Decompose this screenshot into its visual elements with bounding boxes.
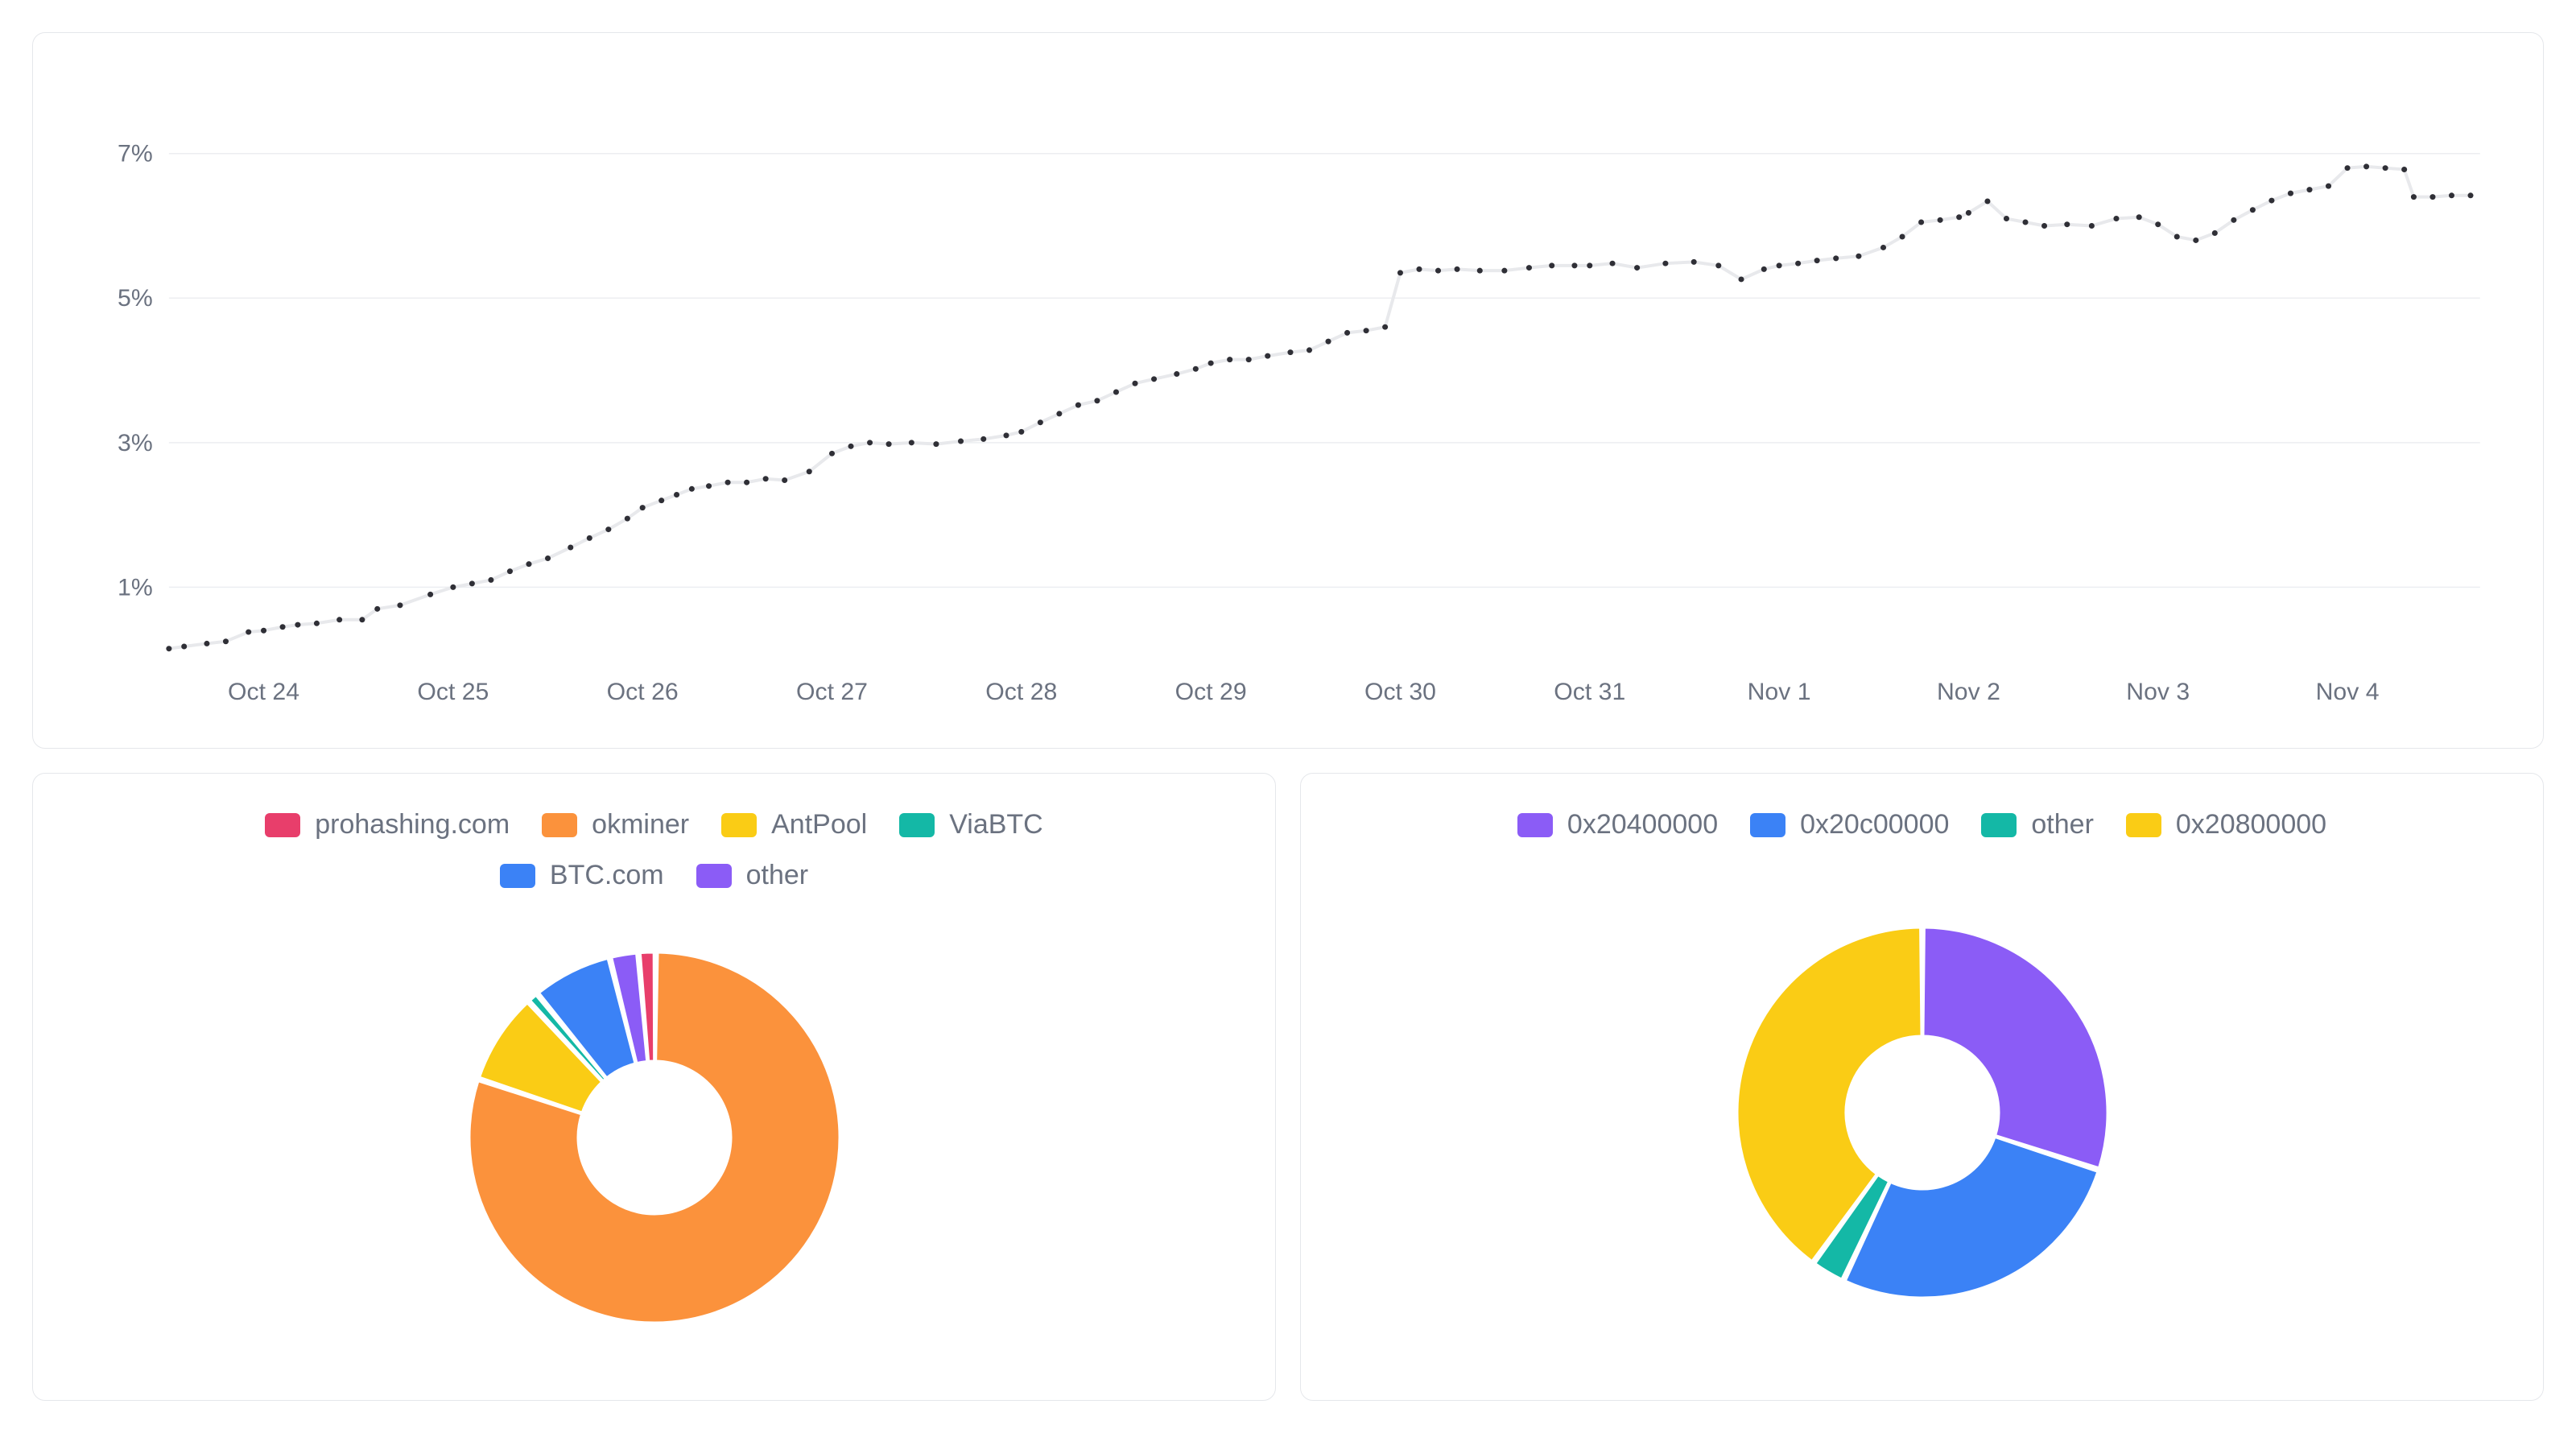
- donut-card-pools: prohashing.com okminer AntPool ViaBTC BTC.co…: [32, 773, 1276, 1401]
- dashboard: 1% 3% 5% 7% Oct 24 Oct 25 Oct 26 Oct 27 Oct 28 O…: [32, 32, 2544, 1401]
- svg-text:Nov 1: Nov 1: [1748, 679, 1811, 705]
- legend-item[interactable]: 0x20c00000: [1750, 809, 1949, 840]
- legend-item[interactable]: other: [1981, 809, 2094, 840]
- legend-swatch: [542, 813, 577, 837]
- donut-chart-pools: [461, 944, 848, 1331]
- donut-card-versions: 0x20400000 0x20c00000 other 0x20800000: [1300, 773, 2544, 1401]
- line-chart: 1% 3% 5% 7% Oct 24 Oct 25 Oct 26 Oct 27 Oct 28 O…: [72, 65, 2504, 716]
- svg-text:Oct 29: Oct 29: [1175, 679, 1247, 705]
- svg-text:3%: 3%: [118, 430, 153, 456]
- legend-item[interactable]: other: [696, 860, 809, 891]
- svg-text:Oct 26: Oct 26: [607, 679, 679, 705]
- legend-label: 0x20800000: [2176, 809, 2326, 840]
- legend-swatch: [899, 813, 935, 837]
- legend-label: BTC.com: [550, 860, 664, 891]
- svg-text:Nov 2: Nov 2: [1937, 679, 2000, 705]
- legend-swatch: [1750, 813, 1785, 837]
- donut-slice: [1845, 1137, 2098, 1298]
- line-chart-card: 1% 3% 5% 7% Oct 24 Oct 25 Oct 26 Oct 27 Oct 28 O…: [32, 32, 2544, 749]
- legend-swatch: [1981, 813, 2017, 837]
- legend-swatch: [265, 813, 300, 837]
- legend-label: 0x20400000: [1567, 809, 1718, 840]
- legend-item[interactable]: ViaBTC: [899, 809, 1043, 840]
- svg-text:Oct 24: Oct 24: [228, 679, 299, 705]
- legend-label: other: [746, 860, 809, 891]
- svg-text:Oct 28: Oct 28: [985, 679, 1057, 705]
- legend-item[interactable]: AntPool: [721, 809, 867, 840]
- svg-text:7%: 7%: [118, 141, 153, 167]
- svg-text:Oct 27: Oct 27: [796, 679, 868, 705]
- svg-text:Oct 31: Oct 31: [1554, 679, 1625, 705]
- legend-label: other: [2031, 809, 2094, 840]
- legend-label: prohashing.com: [315, 809, 510, 840]
- svg-text:Oct 30: Oct 30: [1364, 679, 1436, 705]
- legend-versions: 0x20400000 0x20c00000 other 0x20800000: [1517, 809, 2326, 840]
- donut-chart-versions: [1729, 919, 2116, 1306]
- legend-label: ViaBTC: [949, 809, 1043, 840]
- svg-text:1%: 1%: [118, 574, 153, 601]
- legend-item[interactable]: 0x20800000: [2126, 809, 2326, 840]
- legend-item[interactable]: prohashing.com: [265, 809, 510, 840]
- donut-slice: [1922, 927, 2107, 1168]
- donut-row: prohashing.com okminer AntPool ViaBTC BTC.co…: [32, 773, 2544, 1401]
- legend-swatch: [721, 813, 757, 837]
- legend-swatch: [500, 864, 535, 888]
- legend-item[interactable]: BTC.com: [500, 860, 664, 891]
- svg-text:5%: 5%: [118, 285, 153, 312]
- legend-swatch: [2126, 813, 2161, 837]
- legend-item[interactable]: 0x20400000: [1517, 809, 1718, 840]
- legend-item[interactable]: okminer: [542, 809, 689, 840]
- legend-swatch: [696, 864, 732, 888]
- svg-text:Nov 3: Nov 3: [2126, 679, 2190, 705]
- legend-label: okminer: [592, 809, 689, 840]
- legend-pools: prohashing.com okminer AntPool ViaBTC BTC.co…: [212, 809, 1097, 891]
- legend-swatch: [1517, 813, 1553, 837]
- svg-text:Nov 4: Nov 4: [2316, 679, 2380, 705]
- legend-label: 0x20c00000: [1800, 809, 1949, 840]
- svg-text:Oct 25: Oct 25: [417, 679, 489, 705]
- legend-label: AntPool: [771, 809, 867, 840]
